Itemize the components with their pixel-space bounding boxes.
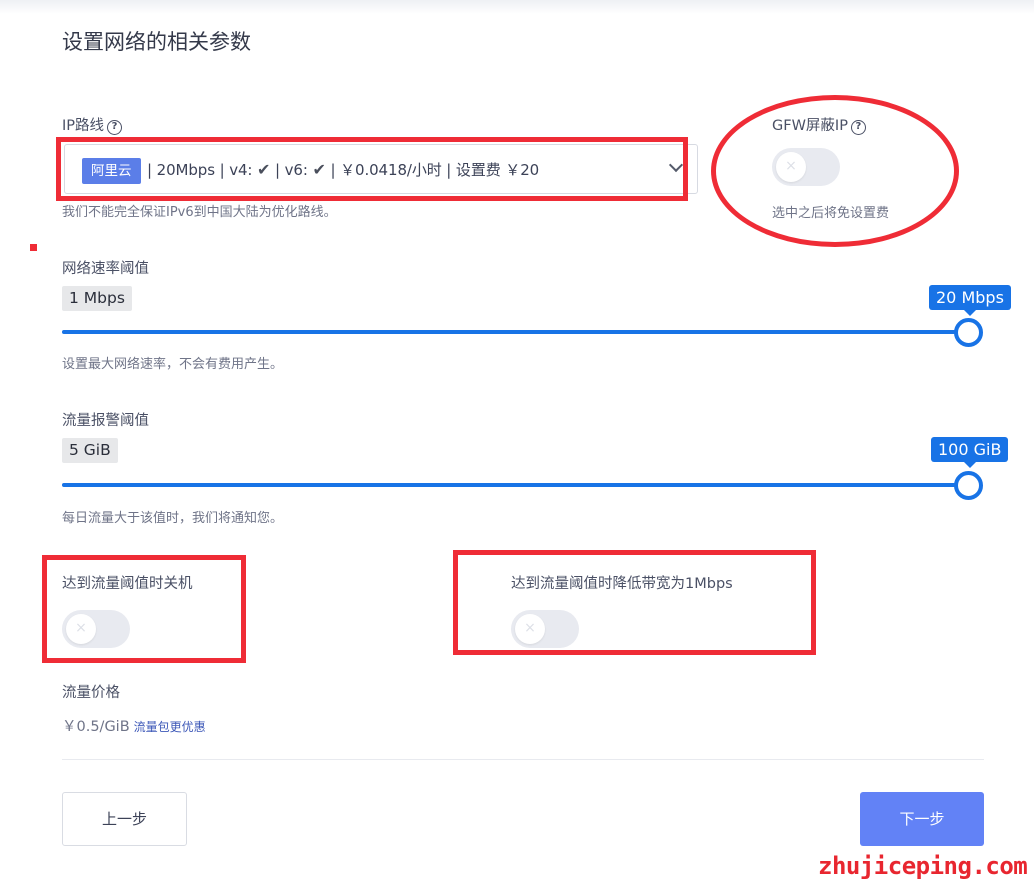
gfw-toggle[interactable]	[772, 148, 840, 186]
traffic-alert-min-badge: 5 GiB	[62, 438, 118, 463]
traffic-alert-handle[interactable]	[954, 471, 983, 500]
throttle-toggle[interactable]	[511, 610, 579, 648]
question-circle-icon[interactable]: ?	[107, 120, 123, 135]
annotation-box-throttle	[453, 550, 816, 655]
shutdown-toggle[interactable]	[62, 610, 130, 648]
annotation-dot	[30, 244, 37, 251]
traffic-price-label: 流量价格	[62, 685, 120, 701]
traffic-price-value: ￥0.5/GiB	[62, 719, 130, 735]
check-icon: ✔	[257, 160, 271, 179]
chevron-down-icon	[668, 157, 684, 173]
rate-limit-track[interactable]	[62, 330, 968, 334]
rate-limit-handle[interactable]	[954, 318, 983, 347]
ip-route-selected-text: | 20Mbps | v4: ✔ | v6: ✔ | ￥0.0418/小时 | …	[147, 160, 540, 179]
toggle-knob	[66, 614, 96, 644]
watermark: zhujiceping.com	[818, 852, 1028, 880]
gfw-hint: 选中之后将免设置费	[772, 206, 890, 221]
check-icon: ✔	[312, 160, 326, 179]
traffic-alert-track[interactable]	[62, 483, 968, 487]
rate-limit-hint: 设置最大网络速率，不会有费用产生。	[62, 357, 284, 372]
shutdown-toggle-label: 达到流量阈值时关机	[62, 576, 193, 592]
ip-route-select[interactable]: 阿里云 | 20Mbps | v4: ✔ | v6: ✔ | ￥0.0418/小…	[64, 144, 698, 194]
prev-step-button[interactable]: 上一步	[62, 792, 187, 846]
rate-limit-fill	[62, 330, 968, 334]
provider-tag: 阿里云	[82, 158, 141, 184]
traffic-alert-label: 流量报警阈值	[62, 413, 149, 429]
throttle-toggle-label: 达到流量阈值时降低带宽为1Mbps	[511, 576, 733, 592]
toggle-knob	[776, 152, 806, 182]
traffic-alert-hint: 每日流量大于该值时，我们将通知您。	[62, 511, 284, 526]
toggle-knob	[515, 614, 545, 644]
top-bar	[0, 0, 1034, 14]
rate-limit-value-badge: 20 Mbps	[929, 285, 1011, 316]
next-step-button[interactable]: 下一步	[860, 792, 984, 846]
ip-route-hint: 我们不能完全保证IPv6到中国大陆为优化路线。	[62, 205, 337, 220]
traffic-alert-value-badge: 100 GiB	[931, 437, 1009, 468]
gfw-label-row: GFW屏蔽IP?	[772, 114, 866, 135]
question-circle-icon[interactable]: ?	[850, 120, 866, 135]
ip-route-label: IP路线	[62, 118, 105, 134]
traffic-package-link[interactable]: 流量包更优惠	[134, 720, 206, 734]
ip-route-label-row: IP路线?	[62, 114, 123, 135]
divider	[62, 759, 984, 760]
traffic-alert-fill	[62, 483, 968, 487]
gfw-label: GFW屏蔽IP	[772, 118, 848, 134]
page-title: 设置网络的相关参数	[62, 30, 251, 54]
rate-limit-label: 网络速率阈值	[62, 261, 149, 277]
traffic-price-row: ￥0.5/GiB 流量包更优惠	[62, 715, 206, 736]
rate-limit-min-badge: 1 Mbps	[62, 286, 132, 311]
